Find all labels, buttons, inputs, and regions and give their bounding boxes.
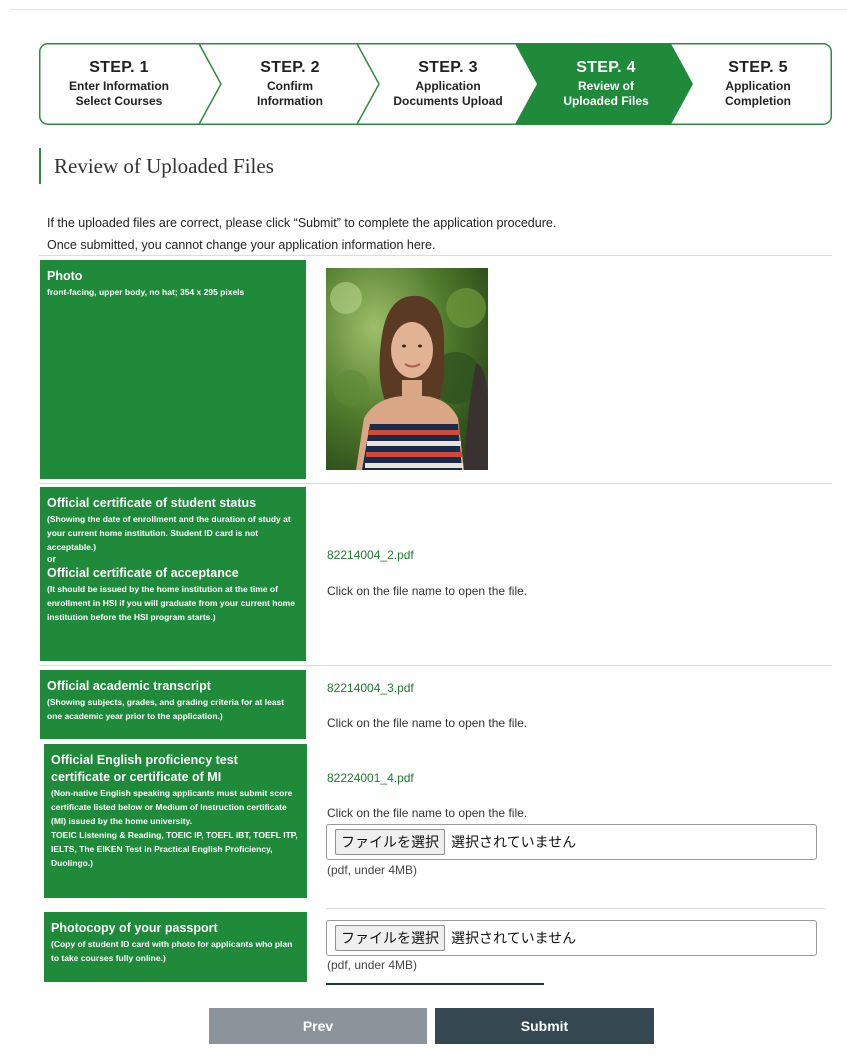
top-border [10, 9, 847, 10]
english-choose-file-button[interactable]: ファイルを選択 [335, 829, 445, 855]
english-file-note: (pdf, under 4MB) [327, 863, 418, 877]
english-label-tests: TOEIC Listening & Reading, TOEIC IP, TOE… [51, 830, 298, 868]
prev-button[interactable]: Prev [209, 1008, 427, 1044]
step-4-number: STEP. 4 [576, 59, 636, 76]
step-1-label: Enter Information Select Courses [68, 79, 169, 108]
transcript-label-cell: Official academic transcript (Showing su… [40, 670, 306, 739]
row-divider [39, 255, 832, 256]
step-2: STEP. 2 Confirm Information [215, 43, 365, 125]
english-label-title: Official English proficiency test certif… [51, 753, 238, 784]
step-1-number: STEP. 1 [89, 59, 149, 76]
status-file-link[interactable]: 82214004_2.pdf [327, 548, 414, 562]
transcript-file-hint: Click on the file name to open the file. [327, 716, 528, 730]
status-label-title: Official certificate of student status [47, 496, 257, 510]
english-label-cell: Official English proficiency test certif… [44, 744, 307, 898]
transcript-file-link[interactable]: 82214004_3.pdf [327, 681, 414, 695]
passport-file-input[interactable]: ファイルを選択 選択されていません [326, 920, 817, 956]
step-3-label: Application Documents Upload [393, 79, 503, 108]
step-4-active: STEP. 4 Review of Uploaded Files [531, 43, 681, 125]
status-label-or: or [47, 554, 56, 564]
progress-stepper: STEP. 1 Enter Information Select Courses… [39, 43, 832, 125]
photo-label-cell: Photo front-facing, upper body, no hat; … [40, 260, 306, 479]
step-1: STEP. 1 Enter Information Select Courses [39, 43, 199, 125]
acceptance-label-title: Official certificate of acceptance [47, 566, 239, 580]
passport-label-title: Photocopy of your passport [51, 921, 218, 935]
passport-label-desc: (Copy of student ID card with photo for … [51, 939, 293, 963]
step-5-number: STEP. 5 [728, 59, 788, 76]
english-file-input[interactable]: ファイルを選択 選択されていません [326, 824, 817, 860]
passport-label-cell: Photocopy of your passport (Copy of stud… [44, 912, 307, 982]
row-divider [326, 908, 825, 909]
uploaded-photo[interactable] [326, 268, 488, 470]
status-file-hint: Click on the file name to open the file. [327, 584, 528, 598]
step-4-label: Review of Uploaded Files [563, 79, 649, 108]
step-2-label: Confirm Information [257, 79, 323, 108]
transcript-label-desc: (Showing subjects, grades, and grading c… [47, 697, 285, 721]
step-3-number: STEP. 3 [418, 59, 478, 76]
submit-button[interactable]: Submit [435, 1008, 654, 1044]
english-label-desc: (Non-native English speaking applicants … [51, 788, 293, 826]
passport-choose-file-button[interactable]: ファイルを選択 [335, 925, 445, 951]
english-file-hint: Click on the file name to open the file. [327, 806, 528, 820]
photo-label-title: Photo [47, 269, 83, 283]
applicant-photo-image [326, 268, 488, 470]
step-5-label: Application Completion [725, 79, 791, 108]
page-title: Review of Uploaded Files [39, 148, 274, 184]
acceptance-label-desc: (It should be issued by the home institu… [47, 584, 295, 622]
intro-text: If the uploaded files are correct, pleas… [47, 212, 556, 256]
english-file-link[interactable]: 82224001_4.pdf [327, 771, 414, 785]
status-label-cell: Official certificate of student status (… [40, 487, 306, 661]
step-2-number: STEP. 2 [260, 59, 320, 76]
photo-label-desc: front-facing, upper body, no hat; 354 x … [47, 287, 245, 297]
passport-no-file-text: 選択されていません [451, 930, 577, 946]
status-label-desc: (Showing the date of enrollment and the … [47, 514, 291, 552]
intro-line-1: If the uploaded files are correct, pleas… [47, 216, 557, 230]
step-5: STEP. 5 Application Completion [684, 43, 832, 125]
cut-off-element [326, 983, 544, 985]
row-divider [39, 483, 832, 484]
step-3: STEP. 3 Application Documents Upload [373, 43, 523, 125]
row-divider [39, 665, 832, 666]
intro-line-2: Once submitted, you cannot change your a… [47, 238, 436, 252]
english-no-file-text: 選択されていません [451, 834, 577, 850]
transcript-label-title: Official academic transcript [47, 679, 211, 693]
passport-file-note: (pdf, under 4MB) [327, 958, 418, 972]
